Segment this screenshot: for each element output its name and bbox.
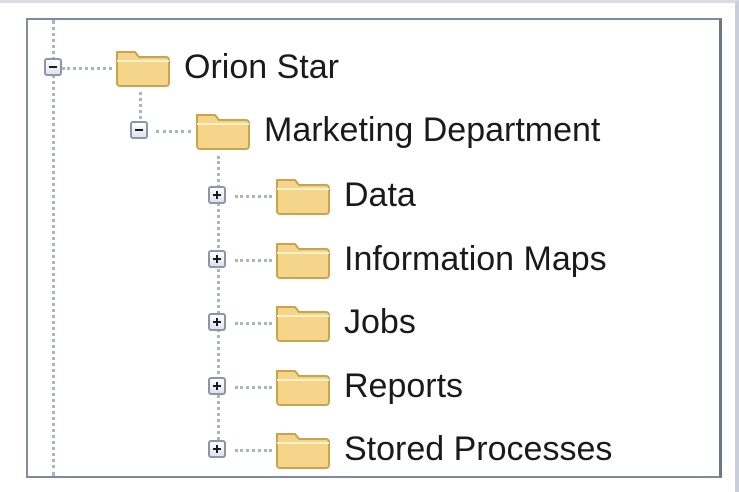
tree-connector [235,322,272,325]
tree-item-marketing-department[interactable]: Marketing Department [264,110,600,150]
tree-connector [52,20,55,476]
tree-connector [139,92,142,119]
folder-icon [194,106,252,152]
folder-icon [274,171,332,217]
tree-item-reports[interactable]: Reports [344,366,463,406]
tree-connector [62,67,112,70]
folder-icon [114,43,172,89]
tree-item-data[interactable]: Data [344,175,416,215]
tree-item-information-maps[interactable]: Information Maps [344,239,607,279]
folder-icon [274,298,332,344]
expand-toggle-jobs[interactable] [208,313,226,331]
tree-connector [235,195,272,198]
expand-toggle-stored-processes[interactable] [208,440,226,458]
tree-connector [235,259,272,262]
folder-icon [274,362,332,408]
tree-item-stored-processes[interactable]: Stored Processes [344,429,612,469]
collapse-toggle-orion-star[interactable] [44,58,62,76]
tree-connector [156,130,191,133]
expand-toggle-information-maps[interactable] [208,250,226,268]
tree-item-orion-star[interactable]: Orion Star [184,47,339,87]
folder-icon [274,425,332,471]
tree-connector [235,449,272,452]
expand-toggle-data[interactable] [208,186,226,204]
folder-icon [274,235,332,281]
expand-toggle-reports[interactable] [208,377,226,395]
folder-tree-panel: Orion Star Marketing Department Data Inf… [26,18,722,478]
tree-item-jobs[interactable]: Jobs [344,302,416,342]
collapse-toggle-marketing-department[interactable] [130,121,148,139]
tree-connector [235,386,272,389]
